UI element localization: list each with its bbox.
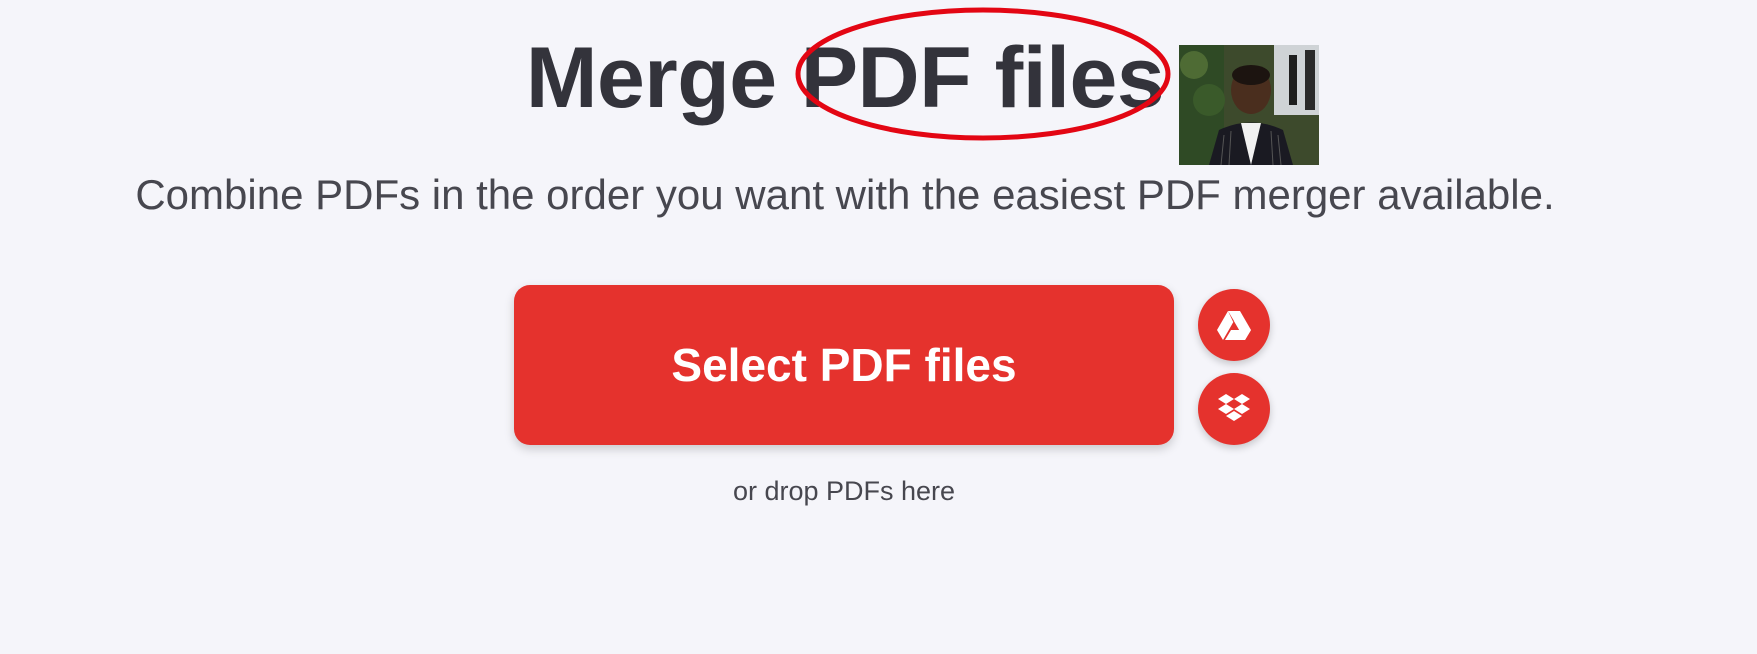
title-word-pdf-files: PDF files — [800, 30, 1165, 126]
google-drive-icon — [1217, 311, 1251, 340]
person-photo — [1179, 45, 1319, 165]
drop-hint: or drop PDFs here — [732, 476, 956, 506]
page-title: Merge PDF files — [0, 28, 1690, 128]
google-drive-button[interactable] — [1198, 289, 1270, 361]
page: Merge PDF files Combine PDFs in the order… — [0, 0, 1757, 654]
dropbox-icon — [1218, 394, 1250, 421]
select-pdf-files-label: Select PDF files — [671, 339, 1017, 391]
dropbox-button[interactable] — [1198, 373, 1270, 445]
title-word-merge: Merge — [525, 30, 777, 126]
select-pdf-files-button[interactable]: Select PDF files — [514, 285, 1174, 445]
page-subtitle: Combine PDFs in the order you want with … — [135, 171, 1555, 218]
